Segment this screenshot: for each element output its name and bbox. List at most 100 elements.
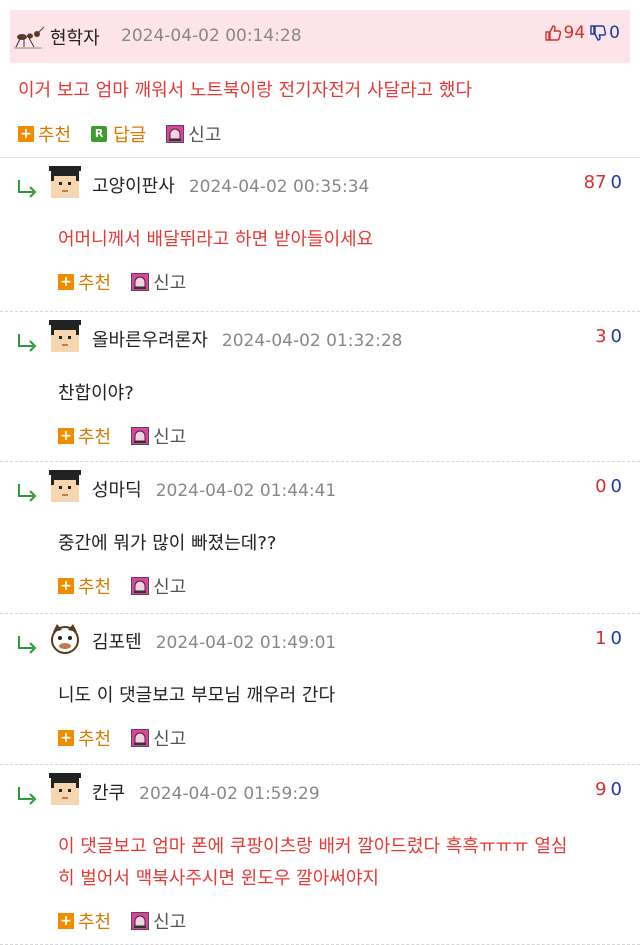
- reply-text: 찬합이야?: [58, 378, 134, 410]
- reply-downvote-count[interactable]: 0: [611, 779, 622, 800]
- reply-nickname[interactable]: 칸쿠 2024-04-02 01:59:29: [92, 779, 320, 805]
- recommend-button[interactable]: + 추천: [58, 573, 111, 599]
- reply-actions: + 추천 신고: [58, 270, 206, 294]
- reply-date: 2024-04-02 01:32:28: [221, 331, 403, 351]
- reply-nickname[interactable]: 김포텐 2024-04-02 01:49:01: [92, 628, 336, 654]
- reply-nickname[interactable]: 고양이판사 2024-04-02 00:35:34: [92, 172, 369, 198]
- reply-comment-3: 성마딕 2024-04-02 01:44:41 00 중간에 뭐가 많이 빠졌는데…: [0, 462, 640, 614]
- reply-nickname-text[interactable]: 성마딕: [92, 480, 142, 501]
- recommend-label: 추천: [78, 912, 112, 933]
- reply-nickname-text[interactable]: 올바른우려론자: [92, 330, 208, 351]
- siren-icon: [131, 577, 150, 595]
- reply-upvote-count[interactable]: 1: [595, 628, 606, 649]
- plus-icon: +: [58, 913, 74, 929]
- reply-downvote-count[interactable]: 0: [611, 326, 622, 347]
- siren-icon: [131, 729, 150, 747]
- recommend-button[interactable]: + 추천: [18, 121, 71, 147]
- reply-text-line: 중간에 뭐가 많이 빠졌는데??: [58, 533, 277, 554]
- report-label: 신고: [188, 125, 222, 146]
- best-downvote-count: 0: [609, 23, 620, 43]
- best-nickname[interactable]: 현학자: [50, 24, 100, 50]
- recommend-button[interactable]: + 추천: [58, 725, 111, 751]
- best-comment-header: 현학자 2024-04-02 00:14:28 94 0: [10, 10, 630, 63]
- reply-nickname[interactable]: 올바른우려론자 2024-04-02 01:32:28: [92, 326, 402, 352]
- reply-actions: + 추천 신고: [58, 574, 206, 598]
- reply-date: 2024-04-02 00:35:34: [188, 177, 370, 197]
- reply-votes: 10: [595, 628, 622, 649]
- recommend-label: 추천: [78, 577, 112, 598]
- reply-nickname-text[interactable]: 고양이판사: [92, 176, 175, 197]
- reply-text: 이 댓글보고 엄마 폰에 쿠팡이츠랑 배커 깔아드렸다 흑흑ㅠㅠㅠ 열심히 벌어…: [58, 831, 567, 895]
- plus-icon: +: [18, 126, 34, 142]
- reply-votes: 87 0: [584, 172, 622, 193]
- reply-arrow-icon: [18, 180, 37, 198]
- report-button[interactable]: 신고: [131, 725, 186, 751]
- plus-icon: +: [58, 274, 74, 290]
- reply-comment-1: 고양이판사 2024-04-02 00:35:34 87 0 어머니께서 배달뛰라고…: [0, 158, 640, 312]
- reply-text-line: 찬합이야?: [58, 383, 134, 404]
- reply-upvote-count[interactable]: 9: [595, 779, 606, 800]
- ant-avatar-icon: [14, 26, 45, 49]
- reply-arrow-icon: [18, 334, 37, 352]
- siren-icon: [131, 912, 150, 930]
- reply-text: 중간에 뭐가 많이 빠졌는데??: [58, 528, 276, 560]
- reply-upvote-count[interactable]: 3: [595, 326, 606, 347]
- reply-text-line: 히 벌어서 맥북사주시면 윈도우 깔아써야지: [58, 868, 379, 889]
- best-comment: 현학자 2024-04-02 00:14:28 94 0 이거 보고 엄마 깨워…: [0, 0, 640, 158]
- reply-comment-2: 올바른우려론자 2024-04-02 01:32:28 30 찬합이야? + 추천…: [0, 312, 640, 462]
- best-comment-actions: + 추천 R 답글 신고: [18, 122, 241, 146]
- reply-votes: 00: [595, 476, 622, 497]
- report-label: 신고: [153, 273, 187, 294]
- reply-downvote-count[interactable]: 0: [611, 476, 622, 497]
- report-button[interactable]: 신고: [166, 121, 221, 147]
- reply-label: 답글: [113, 125, 147, 146]
- recommend-button[interactable]: + 추천: [58, 423, 111, 449]
- best-votes: 94 0: [544, 23, 620, 43]
- recommend-label: 추천: [78, 729, 112, 750]
- reply-arrow-icon: [18, 484, 37, 502]
- reply-downvote-count[interactable]: 0: [611, 628, 622, 649]
- report-button[interactable]: 신고: [131, 269, 186, 295]
- report-button[interactable]: 신고: [131, 908, 186, 934]
- thumbs-down-icon[interactable]: [589, 24, 607, 42]
- report-label: 신고: [153, 427, 187, 448]
- reply-text: 어머니께서 배달뛰라고 하면 받아들이세요: [58, 224, 373, 256]
- recommend-button[interactable]: + 추천: [58, 908, 111, 934]
- siren-icon: [166, 125, 185, 143]
- reply-nickname[interactable]: 성마딕 2024-04-02 01:44:41: [92, 476, 336, 502]
- report-button[interactable]: 신고: [131, 573, 186, 599]
- pixel-face-avatar-icon: [49, 166, 81, 198]
- siren-icon: [131, 427, 150, 445]
- report-label: 신고: [153, 577, 187, 598]
- recommend-label: 추천: [78, 273, 112, 294]
- recommend-button[interactable]: + 추천: [58, 269, 111, 295]
- reply-actions: + 추천 신고: [58, 909, 206, 933]
- plus-icon: +: [58, 428, 74, 444]
- siren-icon: [131, 273, 150, 291]
- reply-actions: + 추천 신고: [58, 424, 206, 448]
- thumbs-up-icon[interactable]: [544, 24, 562, 42]
- avatar: [48, 470, 82, 504]
- reply-text: 니도 이 댓글보고 부모님 깨우러 간다: [58, 680, 335, 712]
- reply-nickname-text[interactable]: 김포텐: [92, 632, 142, 653]
- reply-text-line: 어머니께서 배달뛰라고 하면 받아들이세요: [58, 229, 374, 250]
- reply-downvote-count[interactable]: 0: [611, 172, 622, 193]
- reply-upvote-count[interactable]: 0: [595, 476, 606, 497]
- reply-button[interactable]: R 답글: [91, 121, 146, 147]
- avatar: [48, 622, 82, 656]
- reply-date: 2024-04-02 01:49:01: [155, 633, 337, 653]
- avatar: [48, 166, 82, 200]
- reply-comment-5: 칸쿠 2024-04-02 01:59:29 90 이 댓글보고 엄마 폰에 쿠팡…: [0, 765, 640, 945]
- report-button[interactable]: 신고: [131, 423, 186, 449]
- round-face-avatar-icon: [51, 624, 79, 654]
- plus-icon: +: [58, 730, 74, 746]
- avatar: [48, 773, 82, 807]
- reply-text-line: 이 댓글보고 엄마 폰에 쿠팡이츠랑 배커 깔아드렸다 흑흑ㅠㅠㅠ 열심: [58, 836, 568, 857]
- best-date: 2024-04-02 00:14:28: [121, 26, 302, 46]
- reply-comment-4: 김포텐 2024-04-02 01:49:01 10 니도 이 댓글보고 부모님 …: [0, 614, 640, 765]
- pixel-face-avatar-icon: [49, 773, 81, 805]
- reply-nickname-text[interactable]: 칸쿠: [92, 783, 125, 804]
- reply-upvote-count[interactable]: 87: [584, 172, 607, 193]
- reply-icon: R: [91, 126, 108, 142]
- pixel-face-avatar-icon: [49, 320, 81, 352]
